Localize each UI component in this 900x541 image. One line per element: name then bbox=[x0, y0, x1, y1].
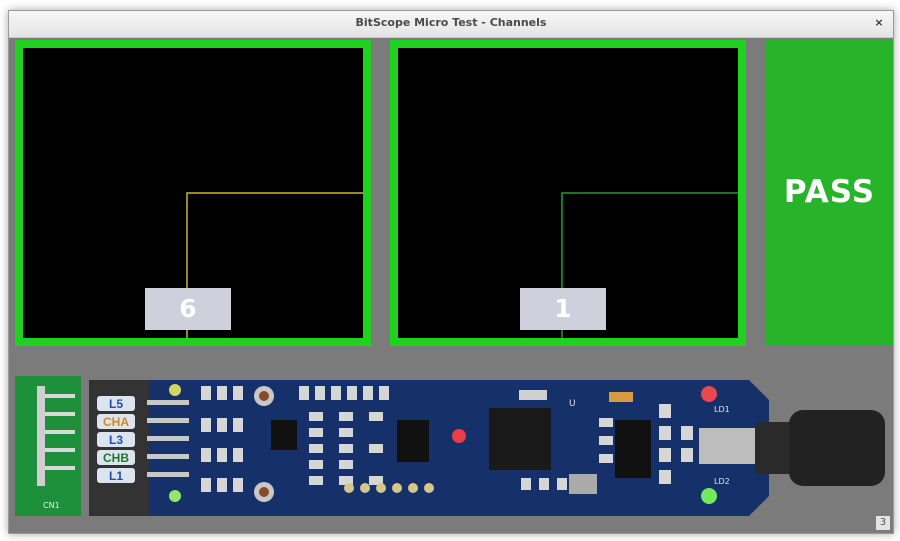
pin-label-l5: L5 bbox=[109, 397, 123, 411]
workspace-badge: 3 bbox=[876, 516, 890, 530]
led-ld2 bbox=[701, 488, 717, 504]
channel-a-scope: 6 bbox=[15, 40, 371, 346]
bitscope-board-illustration: CN1 L5 CHA L3 CHB L1 U LD1 LD2 bbox=[15, 376, 885, 516]
chip-opamp-1 bbox=[271, 420, 297, 450]
usb-cable bbox=[789, 410, 885, 486]
channel-a-count: 6 bbox=[145, 288, 231, 330]
window-title: BitScope Micro Test - Channels bbox=[355, 16, 547, 29]
usb-port bbox=[699, 428, 759, 464]
connector-label: CN1 bbox=[43, 501, 60, 510]
channel-b-screen: 1 bbox=[398, 48, 738, 338]
channel-b-count: 1 bbox=[520, 288, 606, 330]
app-window: BitScope Micro Test - Channels × 6 1 PAS… bbox=[8, 10, 894, 534]
channel-b-scope: 1 bbox=[390, 40, 746, 346]
channel-a-screen: 6 bbox=[23, 48, 363, 338]
pin-label-chb: CHB bbox=[103, 451, 129, 465]
pin-label-l3: L3 bbox=[109, 433, 123, 447]
chip-usb bbox=[615, 420, 651, 478]
chip-analog bbox=[397, 420, 429, 462]
pin-label-l1: L1 bbox=[109, 469, 123, 483]
main-content: 6 1 PASS CN1 L5 CHA L3 CHB L1 U LD1 LD2 … bbox=[9, 38, 893, 533]
ld2-label: LD2 bbox=[714, 477, 730, 486]
pin-label-cha: CHA bbox=[103, 415, 129, 429]
chip-mcu bbox=[489, 408, 551, 470]
pass-label: PASS bbox=[783, 174, 876, 210]
status-led-red bbox=[452, 429, 466, 443]
ic-label: U bbox=[569, 399, 576, 409]
title-bar: BitScope Micro Test - Channels × bbox=[9, 11, 893, 38]
pass-indicator: PASS bbox=[766, 40, 893, 346]
device-photo: CN1 L5 CHA L3 CHB L1 U LD1 LD2 bbox=[9, 356, 893, 533]
close-icon[interactable]: × bbox=[871, 15, 887, 31]
led-ld1 bbox=[701, 386, 717, 402]
ld1-label: LD1 bbox=[714, 405, 730, 414]
